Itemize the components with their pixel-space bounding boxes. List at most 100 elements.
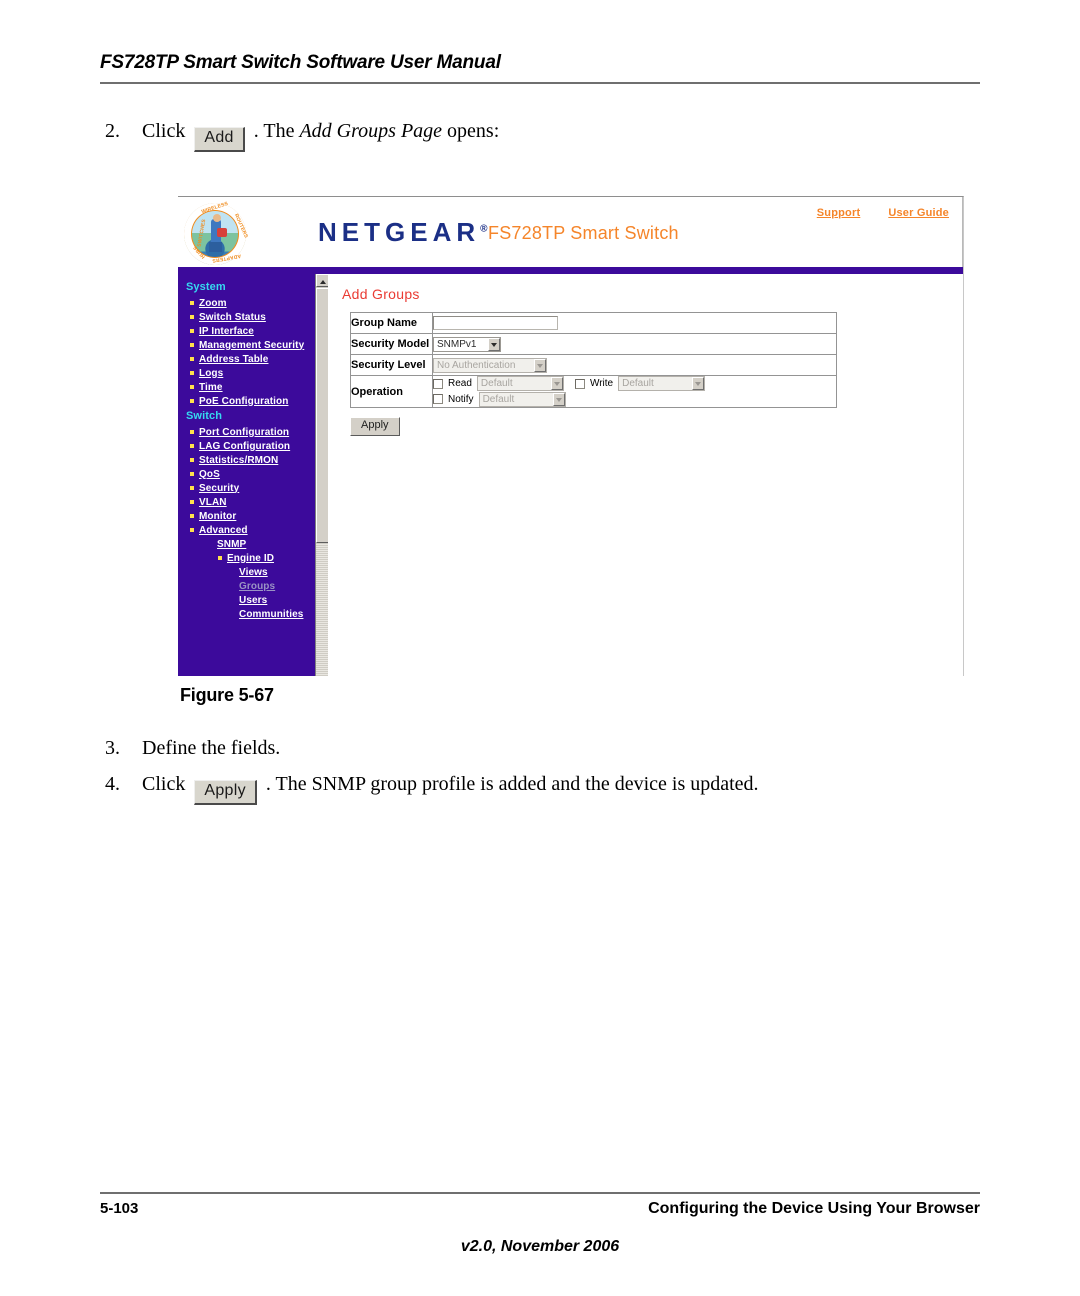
sidebar-scrollbar[interactable]: [315, 274, 329, 676]
netgear-logo-icon: [184, 203, 246, 265]
sidebar-item-label[interactable]: Security: [199, 483, 239, 494]
sidebar-item-label[interactable]: Communities: [239, 609, 303, 620]
sidebar-item-label[interactable]: Statistics/RMON: [199, 455, 278, 466]
chevron-down-icon[interactable]: [552, 392, 565, 406]
version-line: v2.0, November 2006: [460, 1238, 620, 1255]
sidebar-item-label[interactable]: Views: [239, 567, 268, 578]
sidebar-group-system: System: [186, 281, 226, 293]
add-groups-form: Group Name Security Model SNMPv1 Securit…: [350, 312, 837, 408]
step-3: 3. Define the fields.: [100, 737, 280, 760]
bullet-icon: [208, 542, 212, 546]
notify-view-select[interactable]: Default: [478, 391, 566, 407]
sidebar-item-port-configuration[interactable]: Port Configuration: [178, 425, 328, 439]
sidebar-item-label[interactable]: Zoom: [199, 298, 227, 309]
sidebar-item-label[interactable]: Engine ID: [227, 553, 274, 564]
sidebar-item-poe-configuration[interactable]: PoE Configuration: [178, 394, 328, 408]
step-2-text: Click Add . The Add Groups Page opens:: [142, 120, 499, 152]
read-view-value: Default: [480, 378, 513, 389]
write-checkbox[interactable]: [574, 378, 585, 389]
operation-notify: Notify Default: [433, 391, 566, 407]
bullet-icon: [190, 514, 194, 518]
user-guide-link[interactable]: User Guide: [888, 207, 949, 219]
sidebar-item-monitor[interactable]: Monitor: [178, 509, 328, 523]
sidebar-item-label[interactable]: Management Security: [199, 340, 304, 351]
sidebar-item-groups[interactable]: Groups: [178, 579, 328, 593]
content-panel: Add Groups Group Name Security Model SNM…: [328, 274, 963, 676]
sidebar-item-snmp[interactable]: SNMP: [178, 537, 328, 551]
sidebar-item-advanced[interactable]: Advanced: [178, 523, 328, 537]
security-level-select[interactable]: No Authentication: [433, 357, 547, 373]
step-2-after-2: opens:: [442, 120, 500, 142]
sidebar-item-label[interactable]: Port Configuration: [199, 427, 289, 438]
write-view-select[interactable]: Default: [618, 376, 706, 391]
step-2-before: Click: [142, 120, 186, 142]
cell-security-model: SNMPv1: [432, 333, 837, 355]
sidebar-item-label[interactable]: Advanced: [199, 525, 248, 536]
bullet-icon: [230, 612, 234, 616]
chevron-down-icon[interactable]: [550, 377, 563, 390]
step-2-page-name: Add Groups Page: [299, 120, 443, 142]
step-2-number: 2.: [105, 120, 120, 142]
sidebar-item-label[interactable]: SNMP: [217, 539, 246, 550]
sidebar-item-zoom[interactable]: Zoom: [178, 296, 328, 310]
sidebar-item-label[interactable]: Time: [199, 382, 223, 393]
figure-caption: Figure 5-67: [180, 685, 274, 705]
sidebar-item-label[interactable]: Switch Status: [199, 312, 266, 323]
chevron-down-icon[interactable]: [488, 337, 500, 351]
sidebar-item-management-security[interactable]: Management Security: [178, 338, 328, 352]
sidebar-item-communities[interactable]: Communities: [178, 607, 328, 621]
sidebar-item-label[interactable]: Groups: [239, 581, 275, 592]
sidebar-item-time[interactable]: Time: [178, 380, 328, 394]
label-group-name: Group Name: [350, 312, 433, 334]
step-4-number: 4.: [105, 773, 120, 795]
apply-button-inline[interactable]: Apply: [194, 780, 257, 805]
sidebar-item-label[interactable]: PoE Configuration: [199, 396, 288, 407]
sidebar-item-label[interactable]: IP Interface: [199, 326, 254, 337]
bullet-icon: [190, 315, 194, 319]
sidebar-item-engine-id[interactable]: Engine ID: [178, 551, 328, 565]
step-4: 4. Click Apply . The SNMP group profile …: [100, 773, 759, 805]
manual-title: FS728TP Smart Switch Software User Manua…: [100, 52, 501, 73]
apply-button[interactable]: Apply: [350, 417, 400, 436]
step-2: 2. Click Add . The Add Groups Page opens…: [100, 120, 499, 152]
sidebar-item-label[interactable]: LAG Configuration: [199, 441, 290, 452]
sidebar-item-statistics-rmon[interactable]: Statistics/RMON: [178, 453, 328, 467]
logo-person-head: [212, 214, 221, 222]
sidebar-item-views[interactable]: Views: [178, 565, 328, 579]
group-name-input[interactable]: [433, 316, 558, 330]
sidebar-item-security[interactable]: Security: [178, 481, 328, 495]
chevron-down-icon[interactable]: [692, 377, 705, 390]
sidebar-item-label[interactable]: Users: [239, 595, 267, 606]
netgear-wordmark-text: NETGEAR: [318, 217, 481, 247]
sidebar-item-lag-configuration[interactable]: LAG Configuration: [178, 439, 328, 453]
sidebar-item-ip-interface[interactable]: IP Interface: [178, 324, 328, 338]
notify-label: Notify: [448, 393, 474, 405]
sidebar-item-label[interactable]: VLAN: [199, 497, 227, 508]
sidebar-item-label[interactable]: Logs: [199, 368, 223, 379]
read-checkbox[interactable]: [433, 378, 443, 389]
notify-checkbox[interactable]: [433, 394, 443, 404]
add-button[interactable]: Add: [194, 127, 245, 152]
read-view-select[interactable]: Default: [476, 376, 564, 391]
netgear-brand-bar: SWITCHES WIRELESS ROUTERS ADAPTERS HUBS …: [178, 197, 963, 267]
support-link[interactable]: Support: [817, 207, 861, 219]
sidebar-item-logs[interactable]: Logs: [178, 366, 328, 380]
logo-person-box: [217, 228, 227, 237]
security-model-select[interactable]: SNMPv1: [433, 336, 501, 352]
cell-security-level: No Authentication: [432, 354, 837, 376]
bullet-icon: [190, 430, 194, 434]
chevron-down-icon[interactable]: [534, 358, 546, 372]
sidebar-item-address-table[interactable]: Address Table: [178, 352, 328, 366]
sidebar-item-label[interactable]: Monitor: [199, 511, 236, 522]
label-security-level: Security Level: [350, 354, 433, 376]
label-security-model: Security Model: [350, 333, 433, 355]
sidebar-item-label[interactable]: QoS: [199, 469, 220, 480]
sidebar-item-users[interactable]: Users: [178, 593, 328, 607]
step-2-after-1: . The: [253, 120, 300, 142]
sidebar-item-switch-status[interactable]: Switch Status: [178, 310, 328, 324]
sidebar-item-label[interactable]: Address Table: [199, 354, 268, 365]
sidebar-item-qos[interactable]: QoS: [178, 467, 328, 481]
sidebar-item-vlan[interactable]: VLAN: [178, 495, 328, 509]
sidebar-group-switch: Switch: [186, 410, 223, 422]
bullet-icon: [190, 385, 194, 389]
